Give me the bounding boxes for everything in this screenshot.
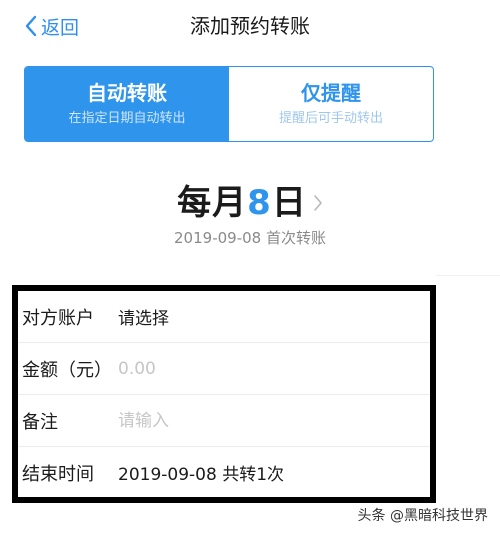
amount-label: 金额（元） <box>22 359 112 381</box>
note-row[interactable]: 备注 <box>18 395 430 447</box>
nav-bar: 返回 添加预约转账 <box>0 0 500 52</box>
schedule-prefix: 每月 <box>177 183 248 223</box>
auto-transfer-title: 自动转账 <box>87 81 167 105</box>
remind-only-subtitle: 提醒后可手动转出 <box>278 111 383 126</box>
remind-only-option[interactable]: 仅提醒 提醒后可手动转出 <box>229 67 433 141</box>
transfer-form: 对方账户 请选择 金额（元） 备注 结束时间 2019-09-08 共转1次 <box>12 285 436 503</box>
remind-only-title: 仅提醒 <box>301 81 361 105</box>
end-time-row[interactable]: 结束时间 2019-09-08 共转1次 <box>18 447 430 498</box>
note-label: 备注 <box>22 411 58 433</box>
account-row[interactable]: 对方账户 请选择 <box>18 291 430 343</box>
amount-row[interactable]: 金额（元） <box>18 343 430 395</box>
auto-transfer-option[interactable]: 自动转账 在指定日期自动转出 <box>25 67 229 141</box>
amount-input[interactable] <box>118 358 318 379</box>
schedule-day: 8 <box>247 183 272 223</box>
watermark: 头条 @黑暗科技世界 <box>357 508 488 524</box>
account-select[interactable]: 请选择 <box>118 304 169 329</box>
transfer-mode-switch: 自动转账 在指定日期自动转出 仅提醒 提醒后可手动转出 <box>24 66 434 142</box>
account-label: 对方账户 <box>22 307 94 329</box>
schedule-label: 每月8日 <box>177 180 307 226</box>
auto-transfer-subtitle: 在指定日期自动转出 <box>68 111 186 126</box>
divider <box>436 275 500 276</box>
end-time-label: 结束时间 <box>22 463 94 485</box>
schedule-suffix: 日 <box>271 183 307 223</box>
note-input[interactable] <box>118 410 318 431</box>
chevron-right-icon <box>314 195 322 211</box>
page-title: 添加预约转账 <box>190 14 310 38</box>
first-transfer-date: 2019-09-08 首次转账 <box>174 229 326 247</box>
schedule-picker[interactable]: 每月8日 <box>0 180 500 226</box>
end-time-value[interactable]: 2019-09-08 共转1次 <box>118 460 284 485</box>
